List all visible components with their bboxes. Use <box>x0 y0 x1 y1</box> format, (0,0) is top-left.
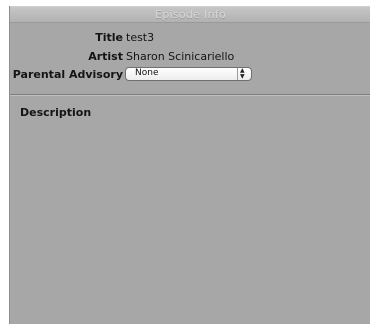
artist-value: Sharon Scinicariello <box>126 50 235 63</box>
artist-label: Artist <box>88 50 123 63</box>
description-label: Description <box>20 106 92 119</box>
panel-titlebar: Episode Info <box>10 6 370 23</box>
parental-advisory-select[interactable]: None ▲ ▼ <box>125 67 252 81</box>
episode-info-panel: Episode Info Title test3 Artist Sharon S… <box>9 6 370 324</box>
parental-advisory-label: Parental Advisory <box>12 68 123 81</box>
parental-advisory-value: None <box>135 68 159 78</box>
divider <box>10 94 370 96</box>
updown-arrows-icon: ▲ ▼ <box>237 68 251 80</box>
panel-title: Episode Info <box>154 8 227 21</box>
title-value: test3 <box>126 31 155 44</box>
title-label: Title <box>95 31 123 44</box>
